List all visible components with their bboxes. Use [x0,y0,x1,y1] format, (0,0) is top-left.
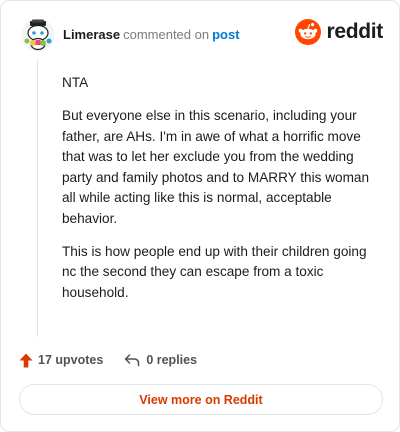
upvote-arrow-icon [19,353,33,367]
thread-line [37,59,38,337]
reply-count: 0 replies [146,353,198,367]
comment-embed-card: Limerase commented on post reddit NTA But … [0,0,400,432]
reddit-wordmark: reddit [326,20,383,43]
comment-byline: Limerase commented on post [63,27,240,43]
comment-paragraph: NTA [62,75,89,90]
upvote-count: 17 upvotes [38,353,104,367]
upvote-button[interactable]: 17 upvotes [19,353,103,368]
comment-footer: 17 upvotes 0 replies [19,349,197,371]
view-more-on-reddit-button[interactable]: View more on Reddit [19,384,383,415]
comment-body: NTA But everyone else in this scenario, … [62,73,380,316]
reddit-snoo-icon [295,19,322,45]
comment-header: Limerase commented on post reddit [21,17,383,53]
reddit-logo[interactable]: reddit [295,19,383,45]
comment-paragraph: This is how people end up with their chi… [62,243,367,300]
replies-button[interactable]: 0 replies [124,353,197,367]
post-link[interactable]: post [212,27,239,42]
snoo-avatar-icon[interactable] [21,18,55,52]
reply-arrow-icon [125,354,140,367]
comment-paragraph: But everyone else in this scenario, incl… [62,108,370,226]
username-link[interactable]: Limerase [63,27,120,42]
action-text: commented on [123,27,210,42]
